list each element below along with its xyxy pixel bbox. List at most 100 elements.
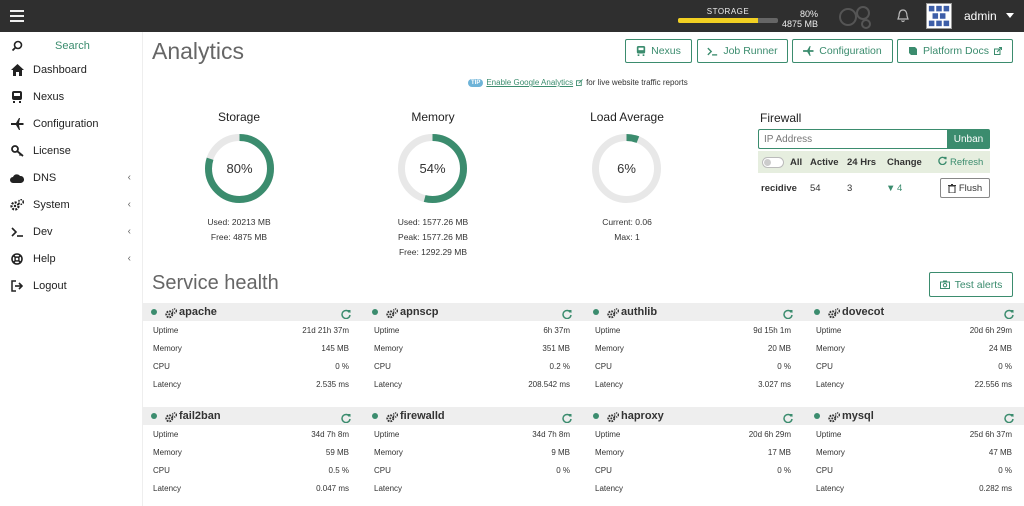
page-title: Analytics — [152, 38, 245, 64]
service-row-value: 0 % — [777, 466, 791, 475]
storage-meter-values: 80% 4875 MB — [782, 9, 818, 29]
service-row-label: Latency — [153, 380, 182, 389]
status-dot-icon — [814, 309, 820, 315]
sidebar-item-label: Dashboard — [33, 64, 87, 76]
service-row-label: Uptime — [153, 326, 179, 335]
load-average-metric-title: Load Average — [590, 110, 664, 124]
sidebar-item-nexus[interactable]: Nexus — [0, 85, 143, 109]
plane-icon — [803, 46, 815, 56]
lifebuoy-icon — [10, 252, 24, 266]
bell-icon[interactable] — [896, 9, 910, 23]
service-row-cpu: CPU 0 % — [143, 357, 363, 375]
service-row-label: Uptime — [374, 326, 400, 335]
service-row-label: CPU — [816, 362, 833, 371]
test-alerts-button-label: Test alerts — [954, 278, 1003, 291]
load-current: Current: 0.06 — [602, 217, 652, 227]
service-row-value: 47 MB — [988, 448, 1012, 457]
service-row-label: Latency — [153, 484, 182, 493]
service-row-uptime: Uptime 20d 6h 29m — [806, 321, 1024, 339]
service-row-memory: Memory 9 MB — [364, 443, 584, 461]
service-row-uptime: Uptime 34d 7h 8m — [143, 425, 363, 443]
storage-metric: Storage — [199, 110, 279, 124]
sidebar-item-dashboard[interactable]: Dashboard — [0, 58, 143, 82]
service-row-label: Memory — [374, 448, 403, 457]
avatar[interactable] — [926, 3, 952, 29]
status-dot-icon — [593, 309, 599, 315]
service-row-value: 2.535 ms — [316, 380, 349, 389]
memory-ring-percent: 54% — [419, 161, 446, 176]
firewall-col-all: All — [790, 157, 803, 168]
key-icon — [10, 144, 24, 158]
service-row-cpu: CPU 0.5 % — [143, 461, 363, 479]
job-runner-button-label: Job Runner — [723, 45, 778, 57]
sidebar-item-label: Nexus — [33, 91, 65, 103]
firewall-col-24hrs: 24 Hrs — [847, 157, 877, 168]
service-row-cpu: CPU 0 % — [806, 461, 1024, 479]
job-runner-button[interactable]: Job Runner — [697, 39, 788, 63]
status-dot-icon — [814, 413, 820, 419]
service-row-value: 22.556 ms — [974, 380, 1012, 389]
sidebar-item-help[interactable]: Help ‹ — [0, 247, 143, 271]
sidebar-item-system[interactable]: System ‹ — [0, 193, 143, 217]
top-bar: STORAGE 80% 4875 MB admin — [0, 0, 1024, 32]
sidebar-item-configuration[interactable]: Configuration — [0, 112, 143, 136]
all-toggle[interactable] — [762, 157, 784, 168]
service-row-value: 0 % — [777, 362, 791, 371]
service-row-latency: Latency 3.027 ms — [585, 375, 805, 393]
service-row-label: Uptime — [595, 326, 621, 335]
firewall-title: Firewall — [760, 111, 802, 125]
service-row-memory: Memory 351 MB — [364, 339, 584, 357]
service-name: haproxy — [621, 410, 664, 422]
flush-button[interactable]: Flush — [940, 178, 990, 198]
terminal-icon — [707, 47, 718, 56]
memory-metric: Memory — [393, 110, 473, 124]
sidebar-item-license[interactable]: License — [0, 139, 143, 163]
service-row-value: 34d 7h 8m — [532, 430, 570, 439]
service-row-label: Memory — [153, 448, 182, 457]
sidebar-item-label: DNS — [33, 172, 57, 184]
unban-button[interactable]: Unban — [947, 129, 990, 149]
platform-docs-button[interactable]: Platform Docs — [897, 39, 1013, 63]
sidebar-item-logout[interactable]: Logout — [0, 274, 143, 298]
status-dot-icon — [593, 413, 599, 419]
user-menu-caret-icon[interactable] — [1006, 13, 1014, 18]
service-row-cpu: CPU 0 % — [364, 461, 584, 479]
service-row-value: 25d 6h 37m — [969, 430, 1012, 439]
service-row-label: Latency — [595, 484, 624, 493]
service-row-label: Memory — [374, 344, 403, 353]
load-average-metric: Load Average — [577, 110, 677, 124]
service-health-title: Service health — [152, 272, 279, 294]
service-row-label: Latency — [374, 484, 403, 493]
flush-button-label: Flush — [958, 182, 983, 194]
username[interactable]: admin — [964, 9, 997, 23]
service-row-memory: Memory 47 MB — [806, 443, 1024, 461]
service-name: dovecot — [842, 306, 885, 318]
sidebar-search[interactable]: Search — [0, 34, 143, 58]
sidebar-item-dns[interactable]: DNS ‹ — [0, 166, 143, 190]
service-row-label: CPU — [595, 466, 612, 475]
sidebar-item-label: Dev — [33, 226, 53, 238]
firewall-refresh-link[interactable]: Refresh — [950, 157, 983, 168]
storage-ring-percent: 80% — [226, 161, 253, 176]
ip-address-input[interactable] — [758, 129, 948, 149]
service-card-header: haproxy — [585, 407, 806, 425]
nexus-button[interactable]: Nexus — [625, 39, 692, 63]
service-row-value: 0.282 ms — [979, 484, 1012, 493]
sidebar-item-dev[interactable]: Dev ‹ — [0, 220, 143, 244]
service-row-latency: Latency 2.535 ms — [143, 375, 363, 393]
refresh-icon[interactable] — [938, 156, 947, 168]
cogs-icon — [10, 198, 24, 212]
tip-badge: TIP — [468, 78, 484, 87]
firewall-jail-name: recidive — [761, 183, 797, 194]
service-row-latency: Latency 208.542 ms — [364, 375, 584, 393]
service-row-cpu: CPU 0 % — [585, 357, 805, 375]
enable-google-analytics-link[interactable]: Enable Google Analytics — [486, 78, 573, 87]
service-row-memory: Memory 59 MB — [143, 443, 363, 461]
service-row-value: 9 MB — [551, 448, 570, 457]
test-alerts-button[interactable]: Test alerts — [929, 272, 1013, 297]
hamburger-menu-icon[interactable] — [10, 7, 24, 23]
status-dot-icon — [151, 309, 157, 315]
plane-icon — [10, 117, 24, 131]
configuration-button[interactable]: Configuration — [792, 39, 893, 63]
service-row-value: 21d 21h 37m — [302, 326, 349, 335]
